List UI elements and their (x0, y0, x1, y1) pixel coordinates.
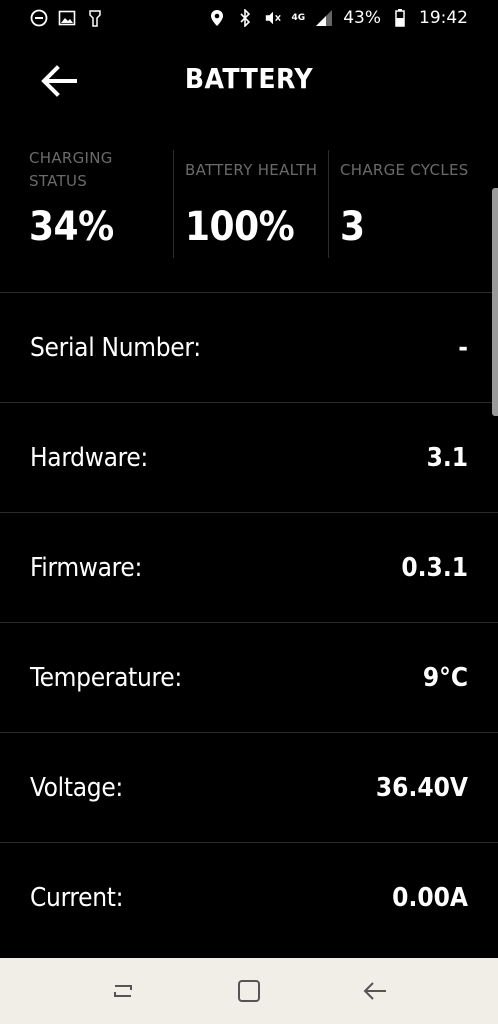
recents-icon (114, 985, 132, 997)
stat-battery-health: BATTERY HEALTH 100% (173, 146, 328, 262)
row-value: - (458, 332, 468, 363)
home-icon (238, 980, 260, 1002)
status-left (30, 9, 104, 27)
stats-panel: CHARGING STATUS 34% BATTERY HEALTH 100% … (0, 146, 498, 262)
page-title: BATTERY (184, 62, 314, 95)
nav-back-button[interactable] (353, 969, 397, 1013)
row-value: 3.1 (426, 442, 468, 473)
flashlight-icon (86, 9, 104, 27)
recents-button[interactable] (101, 969, 145, 1013)
header: BATTERY (0, 50, 498, 110)
row-value: 0.3.1 (401, 552, 468, 583)
row-firmware: Firmware: 0.3.1 (0, 512, 498, 622)
stat-charge-cycles: CHARGE CYCLES 3 (328, 146, 498, 262)
location-icon (208, 9, 226, 27)
row-serial-number: Serial Number: - (0, 292, 498, 402)
stat-value: 100% (185, 204, 295, 250)
stat-label: CHARGING STATUS (29, 149, 113, 190)
stat-value: 3 (340, 204, 365, 250)
stat-label: CHARGE CYCLES (340, 160, 469, 179)
row-label: Current: (30, 882, 124, 913)
row-label: Temperature: (30, 662, 182, 693)
stat-label: BATTERY HEALTH (185, 160, 318, 179)
scrollbar[interactable] (492, 188, 498, 416)
row-value: 9°C (422, 662, 468, 693)
minus-circle-icon (30, 9, 48, 27)
divider (173, 150, 174, 258)
row-label: Firmware: (30, 552, 143, 583)
row-label: Voltage: (30, 772, 124, 803)
network-label: 4G (291, 12, 306, 23)
back-icon (363, 982, 386, 1000)
row-hardware: Hardware: 3.1 (0, 402, 498, 512)
home-button[interactable] (227, 969, 271, 1013)
signal-icon (315, 9, 333, 27)
divider (328, 150, 329, 258)
row-label: Serial Number: (30, 332, 201, 363)
status-right: 4G 43% 19:42 (208, 8, 468, 28)
stat-charging-status: CHARGING STATUS 34% (0, 146, 173, 262)
status-bar: 4G 43% 19:42 (0, 0, 498, 36)
row-temperature: Temperature: 9°C (0, 622, 498, 732)
row-label: Hardware: (30, 442, 149, 473)
row-value: 36.40V (375, 772, 468, 803)
bluetooth-icon (236, 9, 254, 27)
battery-icon (391, 9, 409, 27)
battery-percent: 43% (343, 8, 381, 28)
clock: 19:42 (419, 8, 468, 28)
info-list: Serial Number: - Hardware: 3.1 Firmware:… (0, 292, 498, 952)
system-nav-bar (0, 958, 498, 1024)
mute-icon (264, 9, 282, 27)
row-current: Current: 0.00A (0, 842, 498, 952)
stat-value: 34% (29, 204, 114, 250)
gallery-icon (58, 9, 76, 27)
row-value: 0.00A (392, 882, 468, 913)
row-voltage: Voltage: 36.40V (0, 732, 498, 842)
